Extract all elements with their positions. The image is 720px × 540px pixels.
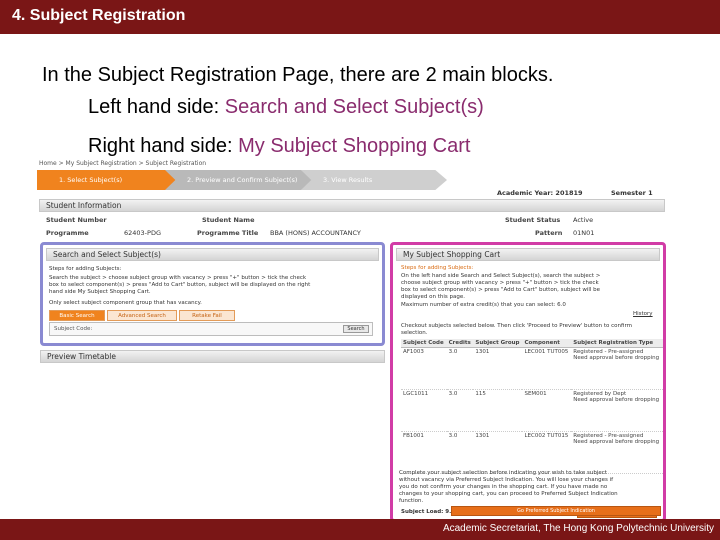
pattern-value: 01N01 (573, 229, 595, 237)
search-step-line: box to select component(s) > press "Add … (49, 282, 311, 288)
student-name-label: Student Name (202, 216, 255, 224)
search-select-header: Search and Select Subject(s) (46, 248, 379, 261)
col-registration-type: Subject Registration Type (571, 339, 663, 348)
tab-basic-search[interactable]: Basic Search (49, 310, 105, 321)
student-number-label: Student Number (46, 216, 107, 224)
table-row: AF1003 3.0 1301 LEC001 TUT005 Registered… (401, 347, 663, 390)
cell-subject-code: LGC1011 (401, 389, 447, 432)
cell-component: LEC002 TUT015 (522, 431, 572, 474)
max-credit-label: Maximum number of extra credit(s) that y… (401, 302, 566, 308)
col-subject-group: Subject Group (473, 339, 523, 348)
cart-bottom-note: changes to your shopping cart, you can p… (399, 491, 618, 497)
tab-advanced-search[interactable]: Advanced Search (107, 310, 177, 321)
student-info-row-2: Programme 62403-PDG Programme Title BBA … (42, 227, 662, 239)
intro-text: In the Subject Registration Page, there … (42, 64, 554, 86)
subject-code-field[interactable]: Subject Code: Search (49, 322, 373, 336)
subject-code-label: Subject Code: (54, 326, 93, 332)
search-steps-title: Steps for adding Subjects: (49, 266, 122, 272)
academic-year-label: Academic Year: 201819 (497, 189, 583, 197)
slide-title: 4. Subject Registration (12, 7, 186, 24)
col-component: Component (522, 339, 572, 348)
student-status-value: Active (573, 216, 594, 224)
cell-subject-group: 1301 (473, 431, 523, 474)
cart-steps-title: Steps for adding Subjects: (401, 265, 474, 271)
student-status-label: Student Status (505, 216, 561, 224)
programme-value: 62403-PDG (124, 229, 161, 237)
registration-page-screenshot: Home > My Subject Registration > Subject… (37, 160, 667, 520)
cart-bottom-note: function. (399, 498, 424, 504)
cell-subject-group: 115 (473, 389, 523, 432)
right-side-label: My Subject Shopping Cart (238, 135, 471, 157)
cart-bottom-note: without vacancy via Preferred Subject In… (399, 477, 614, 483)
approval-note: Need approval before dropping (573, 397, 660, 403)
cell-component: SEM001 (522, 389, 572, 432)
cart-table-header-row: Subject Code Credits Subject Group Compo… (401, 339, 663, 348)
step-preview-confirm[interactable]: 2. Preview and Confirm Subject(s) (165, 170, 313, 190)
cell-subject-code: AF1003 (401, 347, 447, 390)
cell-subject-code: FB1001 (401, 431, 447, 474)
search-note: Only select subject component group that… (49, 300, 202, 306)
tab-retake-fail[interactable]: Retake Fail (179, 310, 235, 321)
step-select-subjects[interactable]: 1. Select Subject(s) (37, 170, 177, 190)
cell-registration-type: Registered - Pre-assigned Need approval b… (571, 431, 663, 474)
breadcrumb[interactable]: Home > My Subject Registration > Subject… (39, 160, 206, 167)
cell-credits: 3.0 (446, 347, 474, 390)
cell-registration-type: Registered by Dept Need approval before d… (571, 389, 663, 432)
preview-timetable-header[interactable]: Preview Timetable (40, 350, 385, 363)
programme-label: Programme (46, 229, 89, 237)
history-link[interactable]: History (633, 311, 653, 318)
cell-registration-type: Registered - Pre-assigned Need approval b… (571, 347, 663, 390)
student-info-header: Student Information (39, 199, 665, 212)
student-info-row-1: Student Number Student Name Student Stat… (42, 214, 662, 226)
col-credits: Credits (446, 339, 474, 348)
cart-step-line: On the left hand side Search and Select … (401, 273, 601, 279)
left-side-line: Left hand side: Search and Select Subjec… (88, 96, 484, 119)
cell-component: LEC001 TUT005 (522, 347, 572, 390)
left-side-prefix: Left hand side: (88, 96, 225, 118)
right-side-prefix: Right hand side: (88, 135, 239, 157)
progress-steps: 1. Select Subject(s) 2. Preview and Conf… (37, 170, 447, 190)
search-step-line: Search the subject > choose subject grou… (49, 275, 307, 281)
shopping-cart-header: My Subject Shopping Cart (396, 248, 660, 261)
table-row: FB1001 3.0 1301 LEC002 TUT015 Registered… (401, 431, 663, 474)
checkout-note: Checkout subjects selected below. Then c… (401, 323, 632, 336)
cell-credits: 3.0 (446, 431, 474, 474)
approval-note: Need approval before dropping (573, 355, 660, 361)
slide-footer-bar: Academic Secretariat, The Hong Kong Poly… (0, 519, 720, 540)
cell-credits: 3.0 (446, 389, 474, 432)
pattern-label: Pattern (535, 229, 563, 237)
programme-title-value: BBA (HONS) ACCOUNTANCY (270, 229, 361, 237)
search-button[interactable]: Search (343, 325, 369, 333)
cart-bottom-note: Complete your subject selection before i… (399, 470, 607, 476)
col-subject-code: Subject Code (401, 339, 447, 348)
step-view-results[interactable]: 3. View Results (301, 170, 447, 190)
footer-text: Academic Secretariat, The Hong Kong Poly… (442, 523, 714, 534)
cart-step-line: choose subject group with vacancy > pres… (401, 280, 599, 286)
left-side-label: Search and Select Subject(s) (224, 96, 484, 118)
slide-header-bar: 4. Subject Registration (0, 0, 720, 34)
cart-step-line: box to select component(s) > press "Add … (401, 287, 601, 293)
semester-label: Semester 1 (611, 189, 653, 197)
search-step-line: hand side My Subject Shopping Cart. (49, 289, 151, 295)
right-side-line: Right hand side: My Subject Shopping Car… (88, 135, 470, 158)
programme-title-label: Programme Title (197, 229, 259, 237)
approval-note: Need approval before dropping (573, 439, 660, 445)
cart-table: Subject Code Credits Subject Group Compo… (401, 339, 663, 474)
preferred-subject-indication-button[interactable]: Go Preferred Subject Indication (451, 506, 661, 516)
cart-bottom-note: you do not confirm your changes in the s… (399, 484, 608, 490)
table-row: LGC1011 3.0 115 SEM001 Registered by Dep… (401, 389, 663, 432)
cell-subject-group: 1301 (473, 347, 523, 390)
cart-step-line: displayed on this page. (401, 294, 466, 300)
